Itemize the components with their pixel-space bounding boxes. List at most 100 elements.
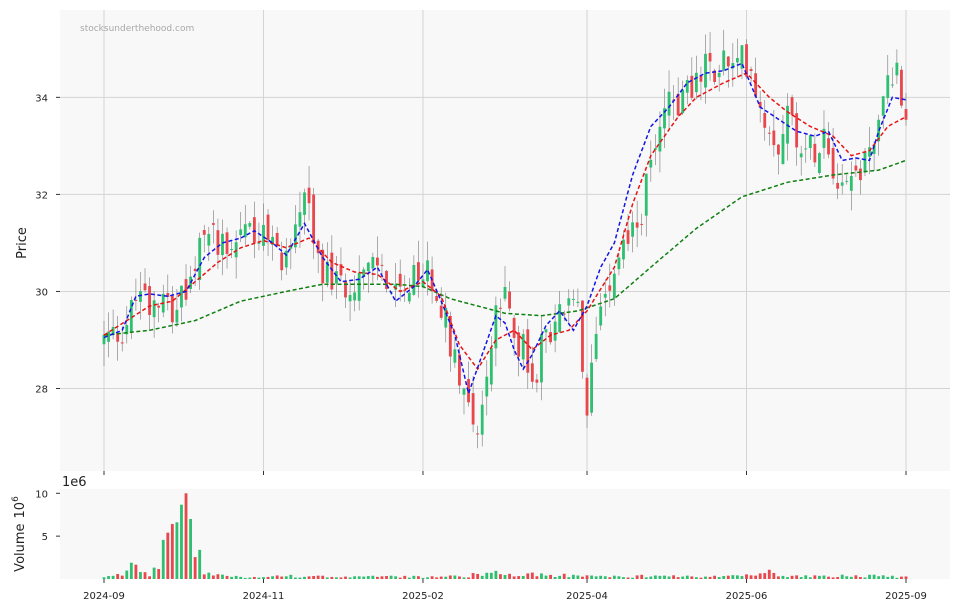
price-panel-background	[60, 10, 950, 471]
volume-bar	[316, 575, 320, 579]
volume-bar	[298, 577, 302, 579]
candle-body	[849, 176, 853, 191]
candle-body	[526, 329, 530, 373]
volume-bar	[344, 576, 347, 579]
candle-body	[221, 233, 224, 256]
volume-bar	[840, 574, 844, 579]
volume-bar	[262, 577, 265, 579]
volume-bar	[412, 575, 416, 579]
candle-body	[749, 69, 753, 71]
volume-bar	[754, 575, 758, 579]
candle-body	[667, 91, 671, 116]
candle-body	[863, 152, 867, 173]
candle-body	[581, 300, 584, 372]
candle-body	[462, 388, 466, 395]
volume-bar	[776, 576, 780, 579]
candle-body	[735, 58, 739, 63]
candle-body	[139, 291, 142, 302]
candle-body	[366, 262, 370, 272]
volume-bar	[325, 577, 329, 579]
volume-axis-label-text: Volume	[13, 523, 28, 571]
volume-bar	[872, 574, 876, 579]
volume-bar	[184, 493, 188, 579]
volume-bar	[558, 575, 562, 579]
candle-body	[508, 291, 511, 309]
volume-bar	[362, 576, 366, 579]
candle-body	[207, 233, 211, 246]
volume-bar	[289, 574, 293, 579]
volume-bar	[653, 575, 657, 579]
volume-bar	[631, 577, 635, 579]
volume-bar	[120, 575, 124, 579]
candle-body	[571, 298, 575, 300]
candle-body	[827, 138, 830, 155]
volume-bar	[581, 576, 584, 579]
candle-body	[845, 180, 849, 182]
volume-bar	[102, 577, 106, 579]
volume-bar	[622, 577, 625, 579]
volume-bar	[708, 576, 712, 579]
volume-bar	[603, 576, 607, 579]
candle-body	[763, 113, 767, 128]
volume-bar	[758, 573, 762, 579]
volume-bar	[444, 576, 448, 579]
candle-body	[148, 286, 151, 316]
volume-bar	[366, 576, 370, 579]
volume-bar	[722, 575, 726, 579]
stock-chart: stocksunderthehood.com Price 28 30 32 34 5 1…	[11, 10, 950, 602]
volume-bar	[216, 574, 220, 579]
candle-body	[417, 262, 420, 281]
volume-bar	[763, 573, 767, 579]
candle-body	[180, 285, 183, 308]
volume-bar	[421, 577, 425, 579]
volume-bar	[448, 575, 452, 579]
volume-bar	[266, 576, 270, 579]
volume-bar	[166, 532, 170, 579]
volume-bar	[394, 576, 398, 579]
volume-y-ticks: 5 10	[35, 489, 60, 543]
price-y-tick-label: 30	[35, 287, 48, 298]
volume-bar	[494, 570, 498, 579]
candle-body	[234, 242, 238, 258]
candle-body	[558, 304, 562, 333]
volume-bar	[248, 577, 252, 579]
volume-bar	[877, 576, 881, 579]
volume-bar	[567, 577, 571, 579]
volume-bar	[189, 518, 192, 579]
volume-bar	[334, 577, 338, 579]
volume-bar	[799, 577, 803, 579]
volume-bar	[480, 575, 484, 579]
volume-bar	[544, 575, 548, 579]
price-y-ticks: 28 30 32 34	[35, 93, 60, 396]
volume-bar	[485, 572, 489, 579]
volume-bar	[193, 557, 197, 579]
candle-body	[152, 300, 156, 318]
candle-body	[489, 347, 493, 385]
volume-bar	[590, 575, 593, 579]
volume-bar	[307, 576, 311, 579]
volume-bar	[293, 577, 297, 579]
candle-body	[640, 223, 644, 225]
volume-bar	[134, 564, 138, 579]
volume-bar	[562, 573, 566, 579]
volume-bar	[859, 577, 862, 579]
candle-body	[567, 298, 571, 306]
volume-bar	[886, 576, 890, 579]
volume-bar	[111, 575, 115, 579]
volume-bar	[157, 569, 161, 579]
candle-body	[776, 144, 780, 155]
candle-body	[767, 132, 771, 134]
volume-bar	[458, 576, 461, 579]
volume-bar	[375, 576, 379, 579]
volume-bar	[845, 576, 849, 579]
candle-body	[631, 222, 635, 237]
price-y-tick-label: 28	[35, 385, 48, 396]
candle-body	[530, 363, 534, 382]
volume-bar	[895, 577, 899, 579]
candle-body	[649, 159, 653, 168]
x-tick-label: 2025-06	[726, 591, 768, 602]
candle-body	[375, 257, 379, 266]
volume-bar	[312, 576, 316, 579]
price-y-tick-label: 32	[35, 190, 48, 201]
volume-bar	[526, 573, 530, 579]
